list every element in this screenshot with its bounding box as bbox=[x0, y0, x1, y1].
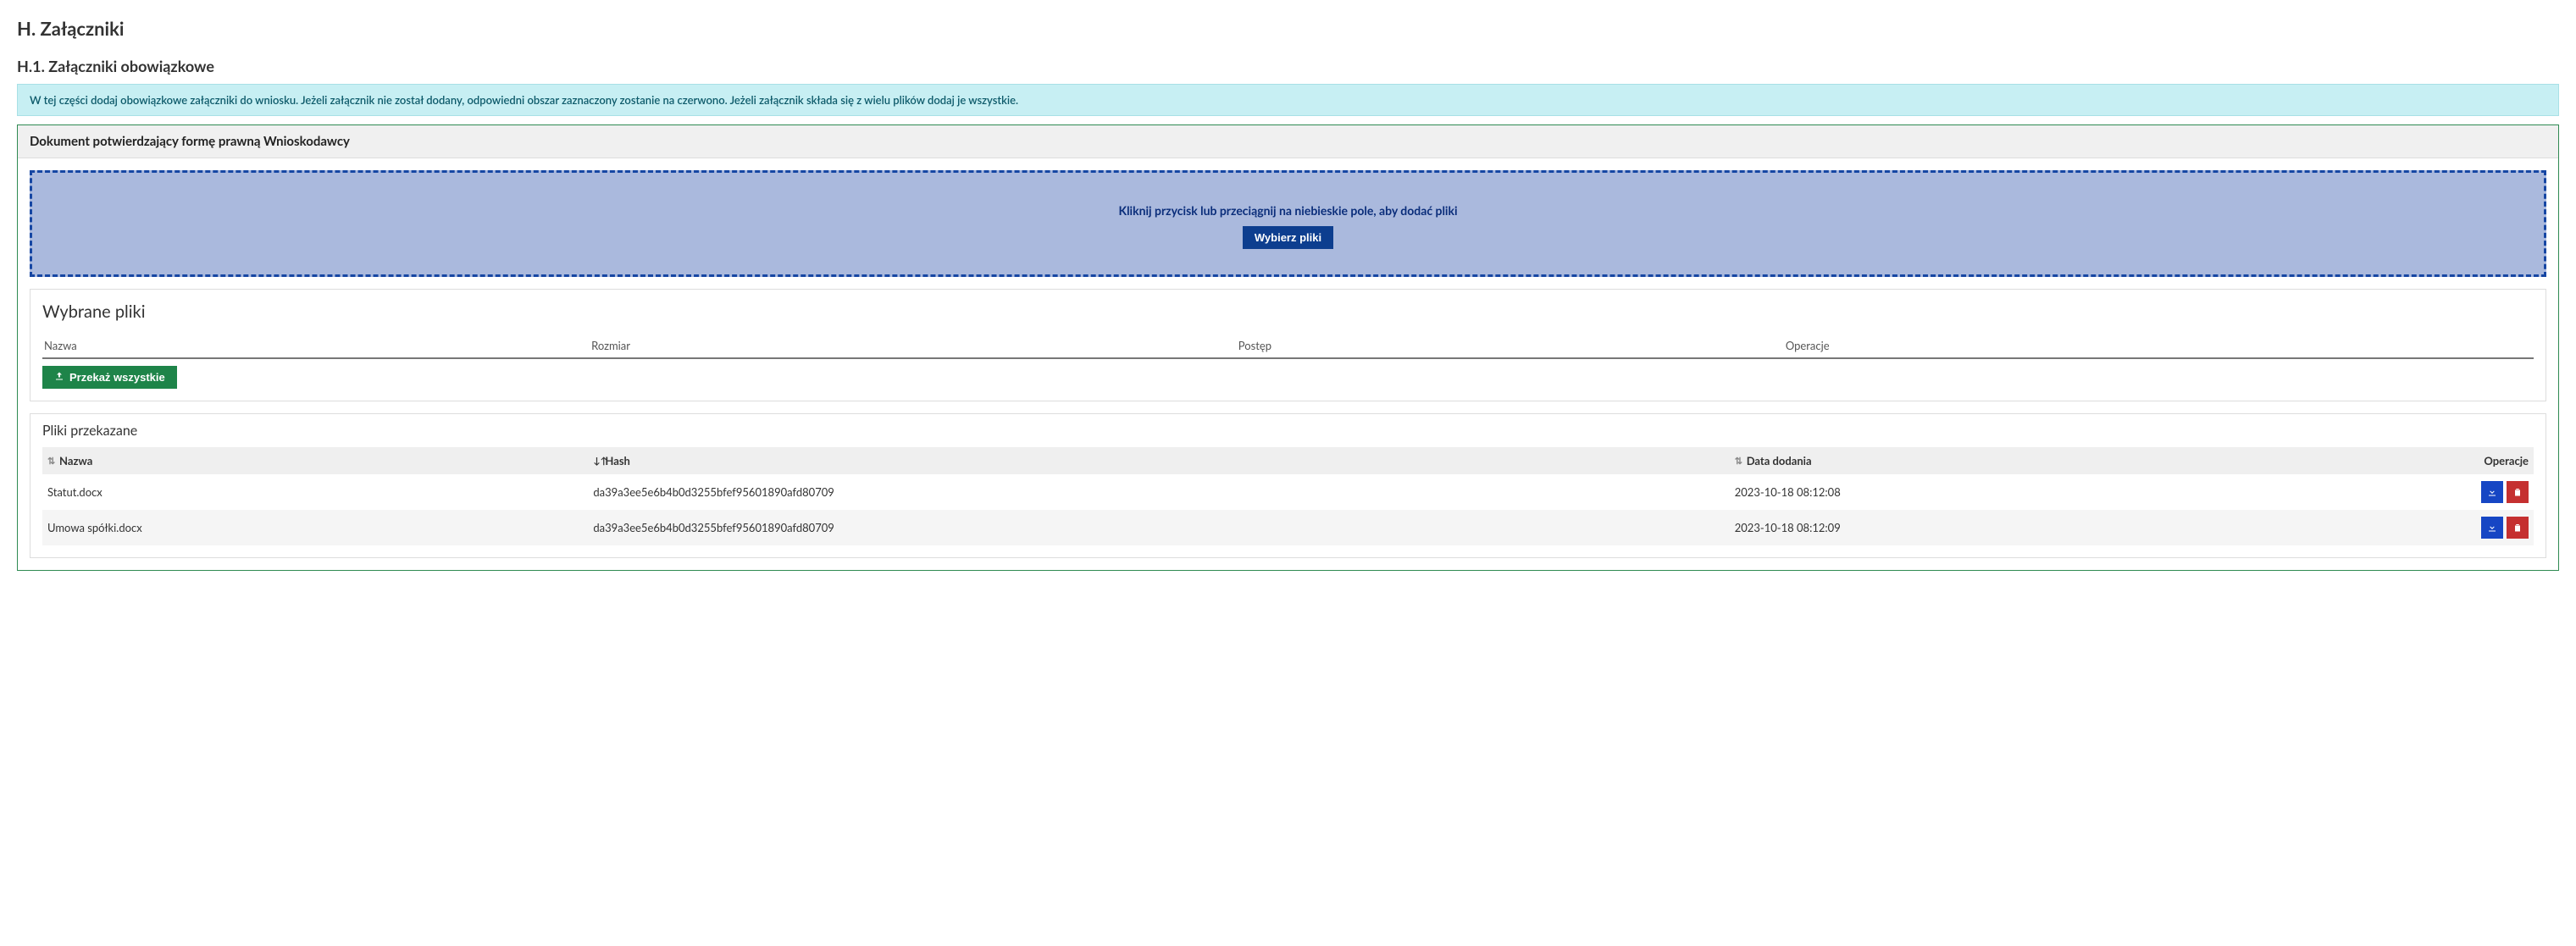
trash-icon bbox=[2512, 523, 2523, 533]
download-icon bbox=[2487, 523, 2497, 533]
col-header-date-sortable[interactable]: ⇅ Data dodania bbox=[1735, 454, 2330, 467]
file-name-cell: Umowa spółki.docx bbox=[47, 521, 593, 534]
upload-all-button[interactable]: Przekaż wszystkie bbox=[42, 366, 177, 389]
col-header-name-sortable[interactable]: ⇅ Nazwa bbox=[47, 454, 593, 467]
transferred-files-card: Pliki przekazane ⇅ Nazwa ↓↑ Hash ⇅ Data … bbox=[30, 413, 2546, 558]
trash-icon bbox=[2512, 487, 2523, 497]
col-header-ops: Operacje bbox=[2330, 454, 2529, 467]
col-header-hash-sortable[interactable]: ↓↑ Hash bbox=[593, 454, 1734, 467]
info-alert: W tej części dodaj obowiązkowe załącznik… bbox=[17, 84, 2559, 116]
selected-files-card: Wybrane pliki Nazwa Rozmiar Postęp Opera… bbox=[30, 289, 2546, 401]
col-header-ops-label: Operacje bbox=[2484, 454, 2529, 467]
file-name-cell: Statut.docx bbox=[47, 485, 593, 499]
delete-button[interactable] bbox=[2507, 517, 2529, 539]
subsection-title: H.1. Załączniki obowiązkowe bbox=[17, 57, 2559, 75]
download-button[interactable] bbox=[2481, 517, 2503, 539]
file-dropzone[interactable]: Kliknij przycisk lub przeciągnij na nieb… bbox=[30, 170, 2546, 277]
col-header-size: Rozmiar bbox=[591, 339, 1238, 352]
sort-asc-icon: ↓↑ bbox=[593, 456, 601, 467]
sort-icon: ⇅ bbox=[1735, 456, 1743, 467]
attachment-panel: Dokument potwierdzający formę prawną Wni… bbox=[17, 124, 2559, 571]
col-header-hash-label: Hash bbox=[605, 454, 630, 467]
col-header-name-label: Nazwa bbox=[59, 454, 92, 467]
download-button[interactable] bbox=[2481, 481, 2503, 503]
table-row: Statut.docx da39a3ee5e6b4b0d3255bfef9560… bbox=[42, 474, 2534, 510]
col-header-ops: Operacje bbox=[1786, 339, 2532, 352]
dropzone-text: Kliknij przycisk lub przeciągnij na nieb… bbox=[44, 203, 2532, 218]
file-date-cell: 2023-10-18 08:12:08 bbox=[1735, 485, 2330, 499]
col-header-date-label: Data dodania bbox=[1747, 454, 1812, 467]
download-icon bbox=[2487, 487, 2497, 497]
transferred-header-row: ⇅ Nazwa ↓↑ Hash ⇅ Data dodania Operacje bbox=[42, 447, 2534, 474]
upload-all-label: Przekaż wszystkie bbox=[69, 371, 165, 384]
table-row: Umowa spółki.docx da39a3ee5e6b4b0d3255bf… bbox=[42, 510, 2534, 545]
panel-title: Dokument potwierdzający formę prawną Wni… bbox=[18, 125, 2558, 158]
file-date-cell: 2023-10-18 08:12:09 bbox=[1735, 521, 2330, 534]
delete-button[interactable] bbox=[2507, 481, 2529, 503]
file-hash-cell: da39a3ee5e6b4b0d3255bfef95601890afd80709 bbox=[593, 485, 1734, 499]
transferred-files-title: Pliki przekazane bbox=[42, 423, 2534, 439]
file-hash-cell: da39a3ee5e6b4b0d3255bfef95601890afd80709 bbox=[593, 521, 1734, 534]
selected-files-header: Nazwa Rozmiar Postęp Operacje bbox=[42, 334, 2534, 357]
section-title: H. Załączniki bbox=[17, 17, 2559, 40]
sort-icon: ⇅ bbox=[47, 456, 56, 467]
selected-files-title: Wybrane pliki bbox=[42, 302, 2534, 322]
choose-files-button[interactable]: Wybierz pliki bbox=[1243, 226, 1333, 249]
upload-icon bbox=[54, 371, 64, 384]
col-header-progress: Postęp bbox=[1238, 339, 1786, 352]
col-header-name: Nazwa bbox=[44, 339, 591, 352]
